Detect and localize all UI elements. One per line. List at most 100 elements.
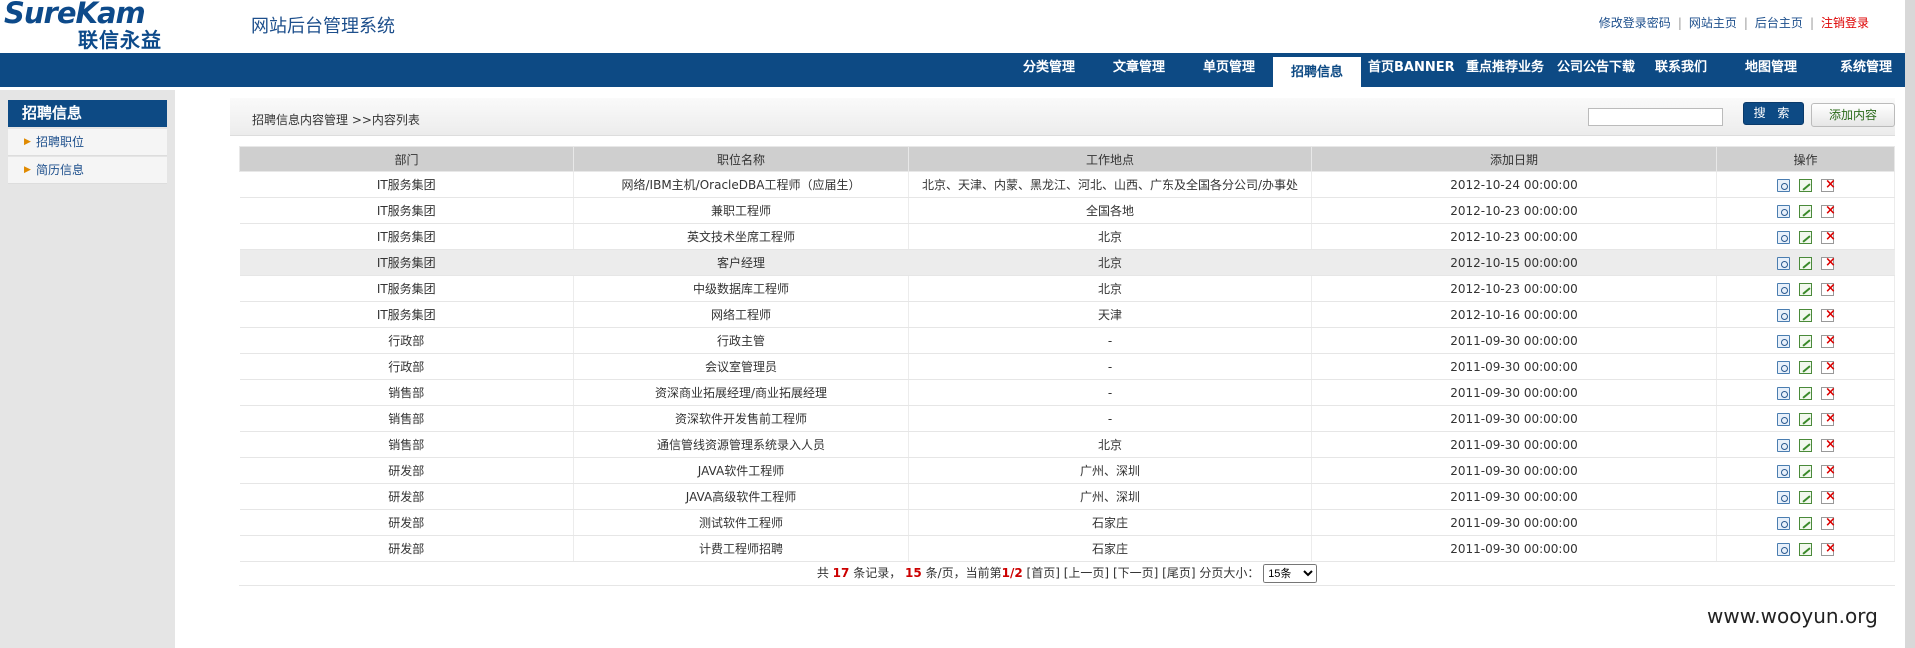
edit-icon[interactable] bbox=[1799, 178, 1812, 192]
view-icon[interactable] bbox=[1777, 230, 1790, 244]
delete-icon[interactable] bbox=[1821, 333, 1836, 348]
view-icon[interactable] bbox=[1777, 204, 1790, 218]
cell-date: 2012-10-23 00:00:00 bbox=[1311, 223, 1717, 250]
table-row: IT服务集团 英文技术坐席工程师 北京 2012-10-23 00:00:00 bbox=[239, 223, 1895, 250]
delete-icon[interactable] bbox=[1821, 359, 1836, 374]
site-home-link[interactable]: 网站主页 bbox=[1689, 16, 1737, 30]
logout-link[interactable]: 注销登录 bbox=[1821, 16, 1869, 30]
cell-dept: 研发部 bbox=[239, 535, 574, 562]
edit-icon[interactable] bbox=[1799, 386, 1812, 400]
edit-icon[interactable] bbox=[1799, 230, 1812, 244]
nav-category-mgmt[interactable]: 分类管理 bbox=[1009, 53, 1089, 87]
edit-icon[interactable] bbox=[1799, 360, 1812, 374]
nav-map-mgmt[interactable]: 地图管理 bbox=[1731, 53, 1811, 87]
edit-icon[interactable] bbox=[1799, 464, 1812, 478]
table-row: 研发部 JAVA高级软件工程师 广州、深圳 2011-09-30 00:00:00 bbox=[239, 483, 1895, 510]
admin-home-link[interactable]: 后台主页 bbox=[1755, 16, 1803, 30]
cell-location: 广州、深圳 bbox=[908, 483, 1312, 510]
cell-title: 计费工程师招聘 bbox=[573, 535, 909, 562]
pager-total-prefix: 共 bbox=[816, 566, 829, 580]
edit-icon[interactable] bbox=[1799, 308, 1812, 322]
cell-location: - bbox=[908, 353, 1312, 380]
table-row: IT服务集团 客户经理 北京 2012-10-15 00:00:00 bbox=[239, 249, 1895, 276]
add-content-button[interactable]: 添加内容 bbox=[1811, 103, 1895, 127]
delete-icon[interactable] bbox=[1821, 229, 1836, 244]
search-button[interactable]: 搜 索 bbox=[1743, 102, 1804, 125]
view-icon[interactable] bbox=[1777, 256, 1790, 270]
nav-article-mgmt[interactable]: 文章管理 bbox=[1099, 53, 1179, 87]
delete-icon[interactable] bbox=[1821, 203, 1836, 218]
view-icon[interactable] bbox=[1777, 282, 1790, 296]
col-location: 工作地点 bbox=[908, 146, 1312, 172]
arrow-icon: ▶ bbox=[24, 137, 31, 147]
sidebar-item-resumes[interactable]: ▶ 简历信息 bbox=[8, 157, 167, 184]
cell-actions bbox=[1716, 275, 1895, 302]
pager-total-count: 17 bbox=[832, 566, 850, 580]
view-icon[interactable] bbox=[1777, 308, 1790, 322]
cell-location: 北京 bbox=[908, 431, 1312, 458]
view-icon[interactable] bbox=[1777, 386, 1790, 400]
nav-recruitment[interactable]: 招聘信息 bbox=[1273, 57, 1361, 87]
edit-icon[interactable] bbox=[1799, 516, 1812, 530]
view-icon[interactable] bbox=[1777, 438, 1790, 452]
nav-page-mgmt[interactable]: 单页管理 bbox=[1189, 53, 1269, 87]
delete-icon[interactable] bbox=[1821, 281, 1836, 296]
view-icon[interactable] bbox=[1777, 334, 1790, 348]
edit-icon[interactable] bbox=[1799, 490, 1812, 504]
nav-contact-us[interactable]: 联系我们 bbox=[1641, 53, 1721, 87]
pager-prev[interactable]: [上一页] bbox=[1064, 566, 1109, 580]
nav-home-banner[interactable]: 首页BANNER bbox=[1368, 53, 1455, 87]
nav-featured-business[interactable]: 重点推荐业务 bbox=[1459, 53, 1551, 87]
search-input[interactable] bbox=[1588, 108, 1723, 126]
cell-location: 北京、天津、内蒙、黑龙江、河北、山西、广东及全国各分公司/办事处 bbox=[908, 171, 1312, 198]
delete-icon[interactable] bbox=[1821, 255, 1836, 270]
view-icon[interactable] bbox=[1777, 412, 1790, 426]
edit-icon[interactable] bbox=[1799, 282, 1812, 296]
delete-icon[interactable] bbox=[1821, 541, 1836, 556]
delete-icon[interactable] bbox=[1821, 411, 1836, 426]
pager-first[interactable]: [首页] bbox=[1027, 566, 1060, 580]
breadcrumb: 招聘信息内容管理 >>内容列表 bbox=[252, 113, 420, 127]
view-icon[interactable] bbox=[1777, 360, 1790, 374]
pager-last[interactable]: [尾页] bbox=[1162, 566, 1195, 580]
view-icon[interactable] bbox=[1777, 516, 1790, 530]
edit-icon[interactable] bbox=[1799, 334, 1812, 348]
scrollbar-track[interactable] bbox=[1905, 0, 1915, 648]
view-icon[interactable] bbox=[1777, 178, 1790, 192]
cell-actions bbox=[1716, 353, 1895, 380]
edit-icon[interactable] bbox=[1799, 204, 1812, 218]
delete-icon[interactable] bbox=[1821, 437, 1836, 452]
change-password-link[interactable]: 修改登录密码 bbox=[1599, 16, 1671, 30]
edit-icon[interactable] bbox=[1799, 542, 1812, 556]
cell-dept: 研发部 bbox=[239, 457, 574, 484]
edit-icon[interactable] bbox=[1799, 256, 1812, 270]
delete-icon[interactable] bbox=[1821, 489, 1836, 504]
delete-icon[interactable] bbox=[1821, 463, 1836, 478]
view-icon[interactable] bbox=[1777, 542, 1790, 556]
sidebar-item-label: 招聘职位 bbox=[36, 135, 85, 149]
sidebar-title: 招聘信息 bbox=[8, 100, 167, 127]
edit-icon[interactable] bbox=[1799, 438, 1812, 452]
page-size-select[interactable]: 15条 bbox=[1263, 564, 1318, 583]
link-separator: | bbox=[1677, 16, 1682, 30]
view-icon[interactable] bbox=[1777, 464, 1790, 478]
delete-icon[interactable] bbox=[1821, 515, 1836, 530]
pager-size-label: 分页大小： bbox=[1199, 566, 1260, 580]
cell-actions bbox=[1716, 483, 1895, 510]
cell-location: - bbox=[908, 379, 1312, 406]
view-icon[interactable] bbox=[1777, 490, 1790, 504]
edit-icon[interactable] bbox=[1799, 412, 1812, 426]
nav-system-mgmt[interactable]: 系统管理 bbox=[1826, 53, 1906, 87]
table-row: 行政部 会议室管理员 -2011-09-30 00:00:00 bbox=[239, 353, 1895, 380]
cell-title: 资深商业拓展经理/商业拓展经理 bbox=[573, 379, 909, 406]
nav-announcements-download[interactable]: 公司公告下载 bbox=[1550, 53, 1642, 87]
cell-title: 中级数据库工程师 bbox=[573, 275, 909, 302]
cell-date: 2011-09-30 00:00:00 bbox=[1311, 327, 1717, 354]
cell-title: JAVA高级软件工程师 bbox=[573, 483, 909, 510]
delete-icon[interactable] bbox=[1821, 307, 1836, 322]
delete-icon[interactable] bbox=[1821, 385, 1836, 400]
delete-icon[interactable] bbox=[1821, 177, 1836, 192]
pager-next[interactable]: [下一页] bbox=[1113, 566, 1158, 580]
sidebar-item-positions[interactable]: ▶ 招聘职位 bbox=[8, 129, 167, 156]
cell-dept: 销售部 bbox=[239, 379, 574, 406]
